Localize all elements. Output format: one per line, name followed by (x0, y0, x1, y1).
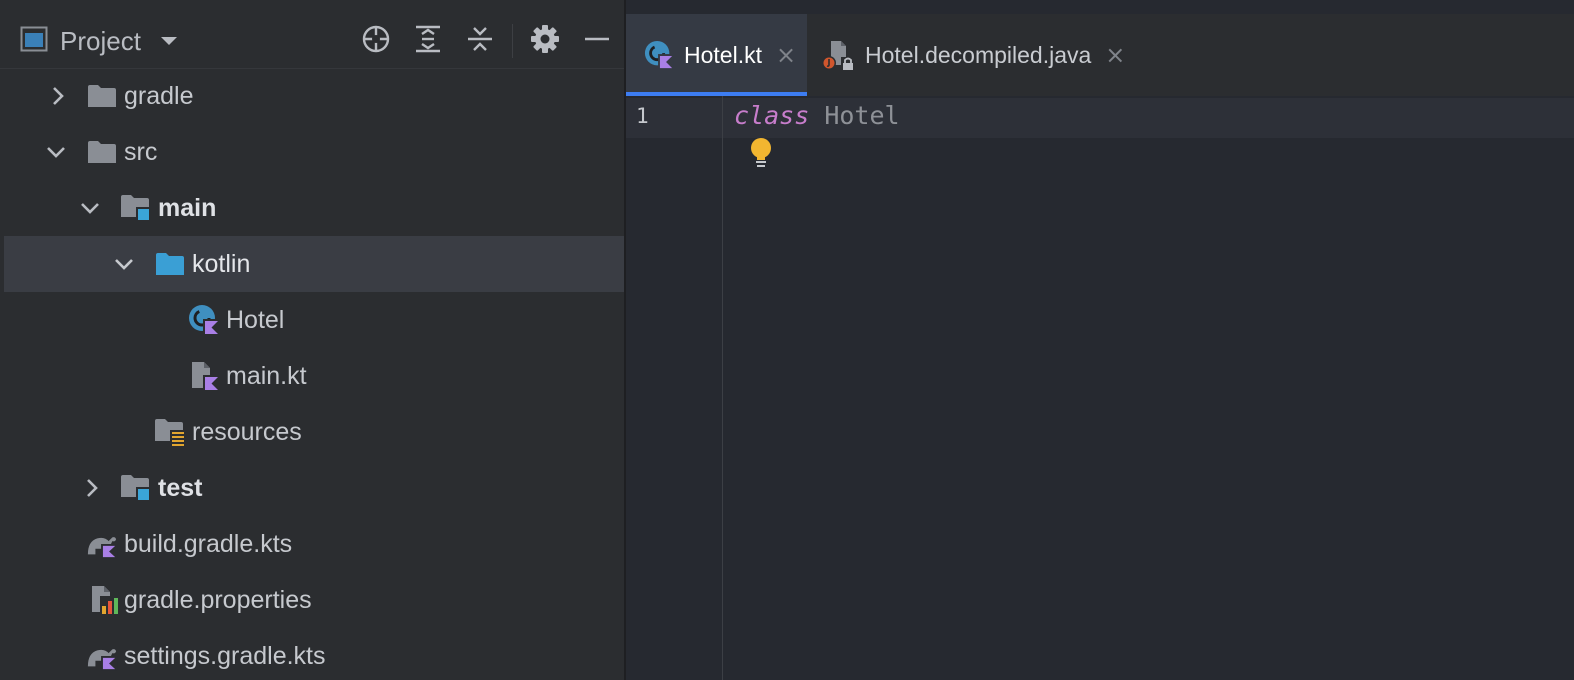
code-line[interactable]: class Hotel (734, 101, 900, 130)
chevron-down-icon (159, 35, 179, 47)
tree-node-label: main.kt (226, 361, 307, 390)
tree-node-src[interactable]: src (4, 124, 624, 180)
tree-node-build-gradle-kts[interactable]: build.gradle.kts (4, 516, 624, 572)
collapse-all-button[interactable] (464, 25, 496, 57)
editor-tab-bar: Hotel.kt × Hotel.decompiled.java × (626, 14, 1574, 96)
folder-icon (86, 136, 118, 168)
tree-node-label: Hotel (226, 305, 285, 334)
kotlin-file-icon (188, 360, 220, 392)
toolbar-separator (512, 24, 513, 58)
resources-folder-icon (154, 416, 186, 448)
tree-node-settings-gradle-kts[interactable]: settings.gradle.kts (4, 628, 624, 680)
chevron-right-icon[interactable] (80, 476, 104, 500)
tree-node-test[interactable]: test (4, 460, 624, 516)
gutter-separator (722, 96, 723, 680)
chevron-down-icon[interactable] (112, 252, 136, 276)
project-header: Project (0, 14, 626, 69)
tree-node-main-kt[interactable]: main.kt (4, 348, 624, 404)
tab-label: Hotel.decompiled.java (865, 41, 1092, 68)
minimize-icon (584, 24, 610, 59)
tree-node-label: build.gradle.kts (124, 529, 293, 558)
tree-node-label: kotlin (192, 249, 251, 278)
expand-all-icon (414, 24, 442, 59)
project-view-selector[interactable]: Project (20, 24, 179, 58)
close-icon[interactable]: × (776, 41, 796, 69)
kotlin-class-icon (188, 304, 220, 336)
project-window-icon (20, 26, 48, 57)
chevron-right-icon[interactable] (46, 84, 70, 108)
collapse-all-icon (466, 24, 494, 59)
expand-all-button[interactable] (412, 25, 444, 57)
tree-node-resources[interactable]: resources (4, 404, 624, 460)
tree-node-hotel[interactable]: Hotel (4, 292, 624, 348)
folder-icon (86, 80, 118, 112)
kotlin-source-folder-icon (154, 248, 186, 280)
tree-node-label: gradle.properties (124, 585, 312, 614)
tree-node-label: settings.gradle.kts (124, 641, 326, 670)
tree-node-label: main (158, 193, 217, 222)
tree-node-kotlin[interactable]: kotlin (4, 236, 624, 292)
properties-file-icon (88, 584, 120, 616)
gradle-kotlin-script-icon (86, 528, 118, 560)
line-number[interactable]: 1 (636, 104, 649, 128)
identifier-token: Hotel (824, 101, 900, 130)
gradle-kotlin-script-icon (86, 640, 118, 672)
tree-node-gradle-properties[interactable]: gradle.properties (4, 572, 624, 628)
gear-icon (530, 24, 560, 59)
tab-hotel-kt[interactable]: Hotel.kt × (626, 14, 807, 96)
project-tool-window: Project gradle src main kotlin Hotel mai… (0, 0, 626, 680)
code-editor[interactable]: 1 class Hotel (626, 96, 1574, 680)
source-root-folder-icon (120, 192, 152, 224)
java-decompiled-file-icon (821, 39, 855, 71)
close-icon[interactable]: × (1105, 41, 1125, 69)
locate-button[interactable] (360, 25, 392, 57)
hide-panel-button[interactable] (581, 25, 613, 57)
lightbulb-icon[interactable] (746, 136, 776, 170)
tree-node-gradle[interactable]: gradle (4, 68, 624, 124)
settings-button[interactable] (529, 24, 561, 59)
editor-area: Hotel.kt × Hotel.decompiled.java × 1 cla… (626, 0, 1574, 680)
keyword-token: class (734, 101, 810, 130)
locate-icon (361, 24, 391, 59)
chevron-down-icon[interactable] (44, 140, 68, 164)
tree-node-label: resources (192, 417, 302, 446)
tree-node-main[interactable]: main (4, 180, 624, 236)
test-root-folder-icon (120, 472, 152, 504)
kotlin-class-icon (644, 40, 674, 70)
tree-node-label: test (158, 473, 203, 502)
tree-node-label: gradle (124, 81, 194, 110)
project-title: Project (60, 25, 141, 56)
tree-node-label: src (124, 137, 158, 166)
tab-hotel-decompiled-java[interactable]: Hotel.decompiled.java × (807, 14, 1137, 96)
tab-label: Hotel.kt (684, 41, 762, 68)
chevron-down-icon[interactable] (78, 196, 102, 220)
